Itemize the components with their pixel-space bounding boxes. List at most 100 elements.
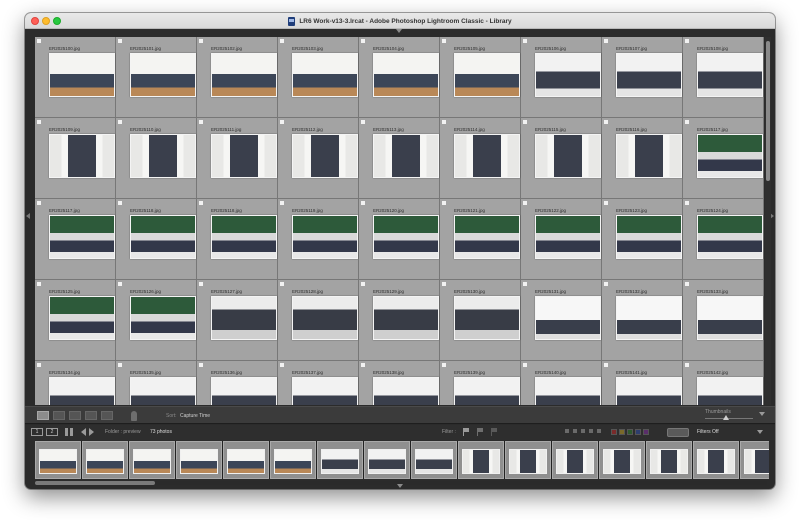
filmstrip-cell[interactable] <box>223 441 269 479</box>
green-label-filter[interactable] <box>627 429 633 435</box>
grid-cell[interactable]: ER2025101.jpg <box>116 37 197 118</box>
photo-thumbnail[interactable] <box>211 377 277 405</box>
grid-cell[interactable]: ER2025100.jpg <box>35 37 116 118</box>
filter-lock-toggle[interactable] <box>667 428 689 437</box>
photo-thumbnail[interactable] <box>49 53 115 97</box>
photo-thumbnail[interactable] <box>49 296 115 340</box>
photo-thumbnail[interactable] <box>616 377 682 405</box>
star-filter-icon[interactable] <box>581 429 585 433</box>
photo-thumbnail[interactable] <box>373 215 439 259</box>
grid-cell[interactable]: ER2025139.jpg <box>440 361 521 405</box>
photo-thumbnail[interactable] <box>49 377 115 405</box>
photo-thumbnail[interactable] <box>616 296 682 340</box>
filmstrip-cell[interactable] <box>270 441 316 479</box>
grid-cell[interactable]: ER2025123.jpg <box>602 199 683 280</box>
grid-cell[interactable]: ER2025129.jpg <box>359 280 440 361</box>
previous-view-icon[interactable] <box>81 428 86 436</box>
flag-unflagged-filter-icon[interactable] <box>477 428 483 436</box>
photo-thumbnail[interactable] <box>697 215 763 259</box>
filmstrip-source[interactable]: Folder : preview <box>105 429 141 435</box>
filmstrip-cell[interactable] <box>35 441 81 479</box>
filmstrip-cell[interactable] <box>317 441 363 479</box>
photo-thumbnail[interactable] <box>697 296 763 340</box>
photo-thumbnail[interactable] <box>535 296 601 340</box>
filmstrip-cell[interactable] <box>458 441 504 479</box>
filmstrip-thumbnail[interactable] <box>86 449 124 474</box>
thumbnail-size-slider-knob[interactable] <box>723 415 729 420</box>
photo-count-dropdown[interactable]: 73 photos <box>150 429 172 435</box>
photo-thumbnail[interactable] <box>535 215 601 259</box>
filmstrip-scroll-thumb[interactable] <box>35 481 155 485</box>
filmstrip-cell[interactable] <box>740 441 769 479</box>
photo-thumbnail[interactable] <box>130 215 196 259</box>
toolbar-content-menu-icon[interactable] <box>759 412 765 416</box>
photo-thumbnail[interactable] <box>211 134 277 178</box>
grid-cell[interactable]: ER2025116.jpg <box>602 118 683 199</box>
filmstrip-thumbnail[interactable] <box>180 449 218 474</box>
survey-view-icon[interactable] <box>85 411 97 420</box>
filmstrip-thumbnail[interactable] <box>509 449 547 474</box>
left-panel-toggle-icon[interactable] <box>26 213 30 219</box>
grid-module-icon[interactable] <box>65 428 73 436</box>
photo-thumbnail[interactable] <box>292 134 358 178</box>
photo-thumbnail[interactable] <box>535 134 601 178</box>
grid-cell[interactable]: ER2025137.jpg <box>278 361 359 405</box>
grid-cell[interactable]: ER2025108.jpg <box>683 37 764 118</box>
filmstrip-cell[interactable] <box>364 441 410 479</box>
grid-cell[interactable]: ER2025107.jpg <box>602 37 683 118</box>
photo-thumbnail[interactable] <box>535 377 601 405</box>
grid-cell[interactable]: ER2025117.jpg <box>683 118 764 199</box>
secondary-window-button[interactable]: 2 <box>46 428 58 436</box>
grid-cell[interactable]: ER2025102.jpg <box>197 37 278 118</box>
photo-thumbnail[interactable] <box>130 377 196 405</box>
loupe-view-icon[interactable] <box>53 411 65 420</box>
photo-thumbnail[interactable] <box>616 215 682 259</box>
red-label-filter[interactable] <box>611 429 617 435</box>
grid-cell[interactable]: ER2025120.jpg <box>359 199 440 280</box>
photo-thumbnail[interactable] <box>616 53 682 97</box>
filmstrip-thumbnail[interactable] <box>227 449 265 474</box>
flag-rejected-filter-icon[interactable] <box>491 428 497 436</box>
next-view-icon[interactable] <box>89 428 94 436</box>
photo-thumbnail[interactable] <box>535 53 601 97</box>
compare-view-icon[interactable] <box>69 411 81 420</box>
photo-thumbnail[interactable] <box>454 377 520 405</box>
filmstrip-cell[interactable] <box>505 441 551 479</box>
filmstrip-thumbnail[interactable] <box>321 449 359 474</box>
photo-thumbnail[interactable] <box>697 53 763 97</box>
filmstrip-thumbnail[interactable] <box>274 449 312 474</box>
painter-icon[interactable] <box>131 411 137 421</box>
photo-thumbnail[interactable] <box>373 53 439 97</box>
grid-cell[interactable]: ER2025109.jpg <box>35 118 116 199</box>
people-view-icon[interactable] <box>101 411 113 420</box>
star-filter-icon[interactable] <box>597 429 601 433</box>
grid-cell[interactable]: ER2025138.jpg <box>359 361 440 405</box>
photo-thumbnail[interactable] <box>373 296 439 340</box>
filter-preset-menu-icon[interactable] <box>757 430 763 434</box>
grid-cell[interactable]: ER2025124.jpg <box>683 199 764 280</box>
photo-thumbnail[interactable] <box>697 377 763 405</box>
filmstrip-cell[interactable] <box>82 441 128 479</box>
filmstrip-thumbnail[interactable] <box>650 449 688 474</box>
grid-cell[interactable]: ER2025114.jpg <box>440 118 521 199</box>
grid-cell[interactable]: ER2025112.jpg <box>278 118 359 199</box>
grid-cell[interactable]: ER2025142.jpg <box>683 361 764 405</box>
filmstrip-cell[interactable] <box>411 441 457 479</box>
filmstrip-cell[interactable] <box>693 441 739 479</box>
grid-cell[interactable]: ER2025136.jpg <box>197 361 278 405</box>
photo-thumbnail[interactable] <box>49 215 115 259</box>
grid-cell[interactable]: ER2025140.jpg <box>521 361 602 405</box>
grid-cell[interactable]: ER2025113.jpg <box>359 118 440 199</box>
grid-cell[interactable]: ER2025126.jpg <box>116 280 197 361</box>
photo-thumbnail[interactable] <box>454 134 520 178</box>
star-filter-icon[interactable] <box>589 429 593 433</box>
sort-order-dropdown[interactable]: Capture Time <box>180 413 210 419</box>
photo-thumbnail[interactable] <box>454 296 520 340</box>
main-window-button[interactable]: 1 <box>31 428 43 436</box>
photo-thumbnail[interactable] <box>454 53 520 97</box>
filmstrip-thumbnail[interactable] <box>462 449 500 474</box>
photo-thumbnail[interactable] <box>211 53 277 97</box>
grid-cell[interactable]: ER2025134.jpg <box>35 361 116 405</box>
photo-thumbnail[interactable] <box>49 134 115 178</box>
photo-thumbnail[interactable] <box>292 296 358 340</box>
